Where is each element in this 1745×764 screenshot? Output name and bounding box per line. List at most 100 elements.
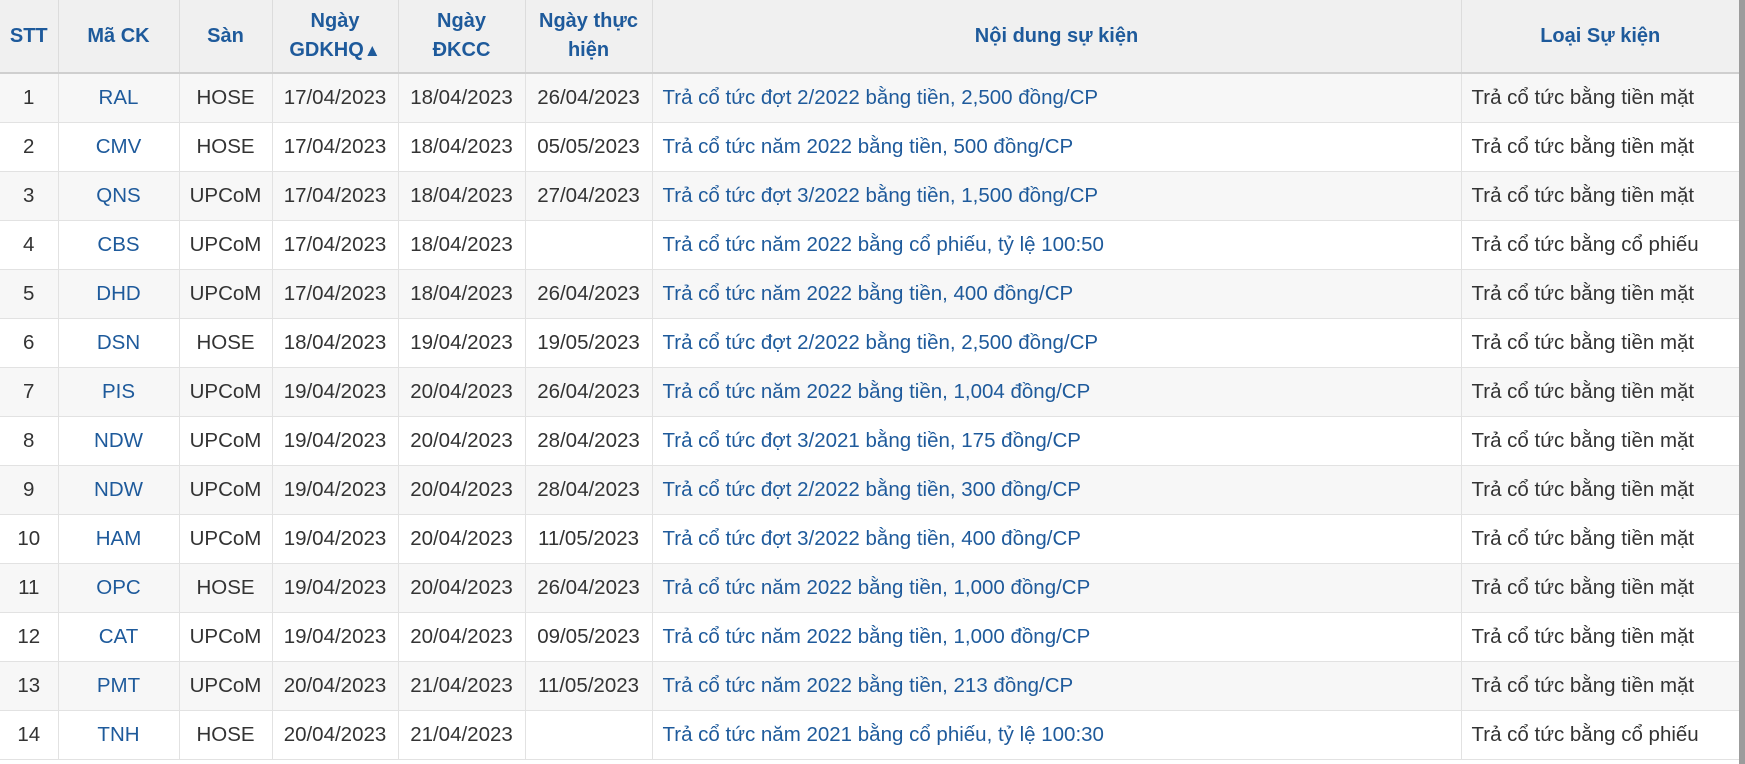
cell-noi-dung: Trả cổ tức đợt 2/2022 bằng tiền, 2,500 đ…	[652, 73, 1462, 123]
cell-ma-ck: QNS	[58, 171, 180, 221]
cell-san: UPCoM	[179, 465, 273, 515]
cell-ngay-dkcc: 20/04/2023	[398, 465, 526, 515]
col-header-ma-ck[interactable]: Mã CK	[58, 0, 180, 74]
cell-loai-su-kien: Trả cổ tức bằng tiền mặt	[1461, 122, 1739, 172]
cell-ngay-thuc-hien: 09/05/2023	[525, 612, 653, 662]
col-header-dkcc[interactable]: Ngày ĐKCC	[398, 0, 526, 74]
cell-ngay-dkcc: 18/04/2023	[398, 73, 526, 123]
table-row[interactable]: 11 OPC HOSE 19/04/2023 20/04/2023 26/04/2023 T…	[0, 563, 1739, 613]
cell-ma-ck: DSN	[58, 318, 180, 368]
cell-ngay-dkcc: 21/04/2023	[398, 661, 526, 711]
cell-ngay-thuc-hien: 26/04/2023	[525, 563, 653, 613]
cell-ngay-dkcc: 18/04/2023	[398, 122, 526, 172]
cell-ma-ck: NDW	[58, 465, 180, 515]
sort-ascending-icon[interactable]: ▲	[364, 41, 381, 60]
event-content-link[interactable]: Trả cổ tức năm 2022 bằng tiền, 1,000 đồn…	[663, 576, 1091, 599]
col-header-stt-label: STT	[9, 24, 48, 47]
cell-san: UPCoM	[179, 171, 273, 221]
cell-ma-ck: OPC	[58, 563, 180, 613]
event-content-link[interactable]: Trả cổ tức đợt 2/2022 bằng tiền, 2,500 đ…	[663, 331, 1099, 354]
cell-stt: 6	[0, 318, 59, 368]
cell-ma-ck: DHD	[58, 269, 180, 319]
stock-code-link[interactable]: QNS	[96, 184, 140, 207]
col-header-loai[interactable]: Loại Sự kiện	[1461, 0, 1739, 74]
stock-code-link[interactable]: NDW	[94, 478, 143, 501]
table-row[interactable]: 14 TNH HOSE 20/04/2023 21/04/2023 Trả cổ tức …	[0, 710, 1739, 760]
cell-ngay-dkcc: 18/04/2023	[398, 220, 526, 270]
event-content-link[interactable]: Trả cổ tức năm 2021 bằng cổ phiếu, tỷ lệ…	[663, 723, 1104, 746]
col-header-noi-dung-label: Nội dung sự kiện	[974, 24, 1139, 47]
stock-code-link[interactable]: CMV	[96, 135, 142, 158]
col-header-gdkhq-label-1: Ngày	[310, 10, 360, 32]
cell-ngay-gdkhq: 19/04/2023	[272, 612, 399, 662]
cell-stt: 2	[0, 122, 59, 172]
cell-san: UPCoM	[179, 416, 273, 466]
cell-loai-su-kien: Trả cổ tức bằng tiền mặt	[1461, 465, 1739, 515]
cell-ngay-thuc-hien: 28/04/2023	[525, 416, 653, 466]
stock-code-link[interactable]: HAM	[96, 527, 142, 550]
col-header-thuc-hien[interactable]: Ngày thực hiện	[525, 0, 653, 74]
stock-code-link[interactable]: NDW	[94, 429, 143, 452]
table-row[interactable]: 10 HAM UPCoM 19/04/2023 20/04/2023 11/05/2023…	[0, 514, 1739, 564]
table-row[interactable]: 5 DHD UPCoM 17/04/2023 18/04/2023 26/04/2023 T…	[0, 269, 1739, 319]
event-content-link[interactable]: Trả cổ tức năm 2022 bằng tiền, 213 đồng/…	[663, 674, 1074, 697]
table-row[interactable]: 13 PMT UPCoM 20/04/2023 21/04/2023 11/05/2023…	[0, 661, 1739, 711]
cell-stt: 7	[0, 367, 59, 417]
stock-code-link[interactable]: OPC	[96, 576, 140, 599]
table-row[interactable]: 6 DSN HOSE 18/04/2023 19/04/2023 19/05/2023 Tr…	[0, 318, 1739, 368]
col-header-noi-dung[interactable]: Nội dung sự kiện	[652, 0, 1462, 74]
table-row[interactable]: 12 CAT UPCoM 19/04/2023 20/04/2023 09/05/2023…	[0, 612, 1739, 662]
stock-code-link[interactable]: PMT	[97, 674, 140, 697]
event-content-link[interactable]: Trả cổ tức năm 2022 bằng tiền, 1,004 đồn…	[663, 380, 1091, 403]
cell-loai-su-kien: Trả cổ tức bằng tiền mặt	[1461, 514, 1739, 564]
table-body: 1 RAL HOSE 17/04/2023 18/04/2023 26/04/2023 Tr…	[0, 73, 1739, 760]
stock-code-link[interactable]: CBS	[97, 233, 139, 256]
col-header-gdkhq[interactable]: Ngày GDKHQ▲	[272, 0, 399, 74]
stock-code-link[interactable]: TNH	[97, 723, 139, 746]
stock-code-link[interactable]: DHD	[96, 282, 140, 305]
cell-stt: 10	[0, 514, 59, 564]
table-row[interactable]: 9 NDW UPCoM 19/04/2023 20/04/2023 28/04/2023 T…	[0, 465, 1739, 515]
event-content-link[interactable]: Trả cổ tức đợt 2/2022 bằng tiền, 300 đồn…	[663, 478, 1081, 501]
cell-noi-dung: Trả cổ tức đợt 3/2022 bằng tiền, 1,500 đ…	[652, 171, 1462, 221]
cell-loai-su-kien: Trả cổ tức bằng tiền mặt	[1461, 563, 1739, 613]
cell-san: HOSE	[179, 318, 273, 368]
table-row[interactable]: 2 CMV HOSE 17/04/2023 18/04/2023 05/05/2023 Tr…	[0, 122, 1739, 172]
cell-loai-su-kien: Trả cổ tức bằng tiền mặt	[1461, 73, 1739, 123]
event-content-link[interactable]: Trả cổ tức đợt 3/2022 bằng tiền, 400 đồn…	[663, 527, 1081, 550]
event-content-link[interactable]: Trả cổ tức năm 2022 bằng tiền, 500 đồng/…	[663, 135, 1074, 158]
table-row[interactable]: 4 CBS UPCoM 17/04/2023 18/04/2023 Trả cổ tức …	[0, 220, 1739, 270]
cell-ngay-dkcc: 21/04/2023	[398, 710, 526, 760]
table-row[interactable]: 1 RAL HOSE 17/04/2023 18/04/2023 26/04/2023 Tr…	[0, 73, 1739, 123]
stock-code-link[interactable]: RAL	[99, 86, 139, 109]
cell-noi-dung: Trả cổ tức đợt 2/2022 bằng tiền, 2,500 đ…	[652, 318, 1462, 368]
stock-code-link[interactable]: CAT	[99, 625, 138, 648]
event-content-link[interactable]: Trả cổ tức năm 2022 bằng tiền, 400 đồng/…	[663, 282, 1074, 305]
event-content-link[interactable]: Trả cổ tức đợt 2/2022 bằng tiền, 2,500 đ…	[663, 86, 1099, 109]
cell-ngay-dkcc: 20/04/2023	[398, 514, 526, 564]
scrollbar-track[interactable]	[1739, 0, 1745, 764]
cell-ngay-thuc-hien: 11/05/2023	[525, 514, 653, 564]
stock-code-link[interactable]: PIS	[102, 380, 135, 403]
col-header-stt[interactable]: STT	[0, 0, 59, 74]
event-content-link[interactable]: Trả cổ tức năm 2022 bằng cổ phiếu, tỷ lệ…	[663, 233, 1104, 256]
cell-san: UPCoM	[179, 269, 273, 319]
cell-ngay-gdkhq: 19/04/2023	[272, 367, 399, 417]
cell-noi-dung: Trả cổ tức đợt 3/2022 bằng tiền, 400 đồn…	[652, 514, 1462, 564]
table-row[interactable]: 8 NDW UPCoM 19/04/2023 20/04/2023 28/04/2023 T…	[0, 416, 1739, 466]
events-table: STT Mã CK Sàn Ngày GDKHQ▲ Ngày ĐKCC Ngày t…	[0, 0, 1739, 760]
col-header-san[interactable]: Sàn	[179, 0, 273, 74]
cell-ngay-thuc-hien: 27/04/2023	[525, 171, 653, 221]
event-content-link[interactable]: Trả cổ tức đợt 3/2021 bằng tiền, 175 đồn…	[663, 429, 1081, 452]
cell-ma-ck: NDW	[58, 416, 180, 466]
cell-ngay-dkcc: 20/04/2023	[398, 367, 526, 417]
cell-ma-ck: CAT	[58, 612, 180, 662]
stock-code-link[interactable]: DSN	[97, 331, 140, 354]
event-content-link[interactable]: Trả cổ tức năm 2022 bằng tiền, 1,000 đồn…	[663, 625, 1091, 648]
cell-ngay-thuc-hien: 26/04/2023	[525, 367, 653, 417]
table-row[interactable]: 7 PIS UPCoM 19/04/2023 20/04/2023 26/04/2023 T…	[0, 367, 1739, 417]
header-row: STT Mã CK Sàn Ngày GDKHQ▲ Ngày ĐKCC Ngày t…	[0, 0, 1739, 74]
table-row[interactable]: 3 QNS UPCoM 17/04/2023 18/04/2023 27/04/2023 T…	[0, 171, 1739, 221]
event-content-link[interactable]: Trả cổ tức đợt 3/2022 bằng tiền, 1,500 đ…	[663, 184, 1099, 207]
cell-loai-su-kien: Trả cổ tức bằng tiền mặt	[1461, 318, 1739, 368]
